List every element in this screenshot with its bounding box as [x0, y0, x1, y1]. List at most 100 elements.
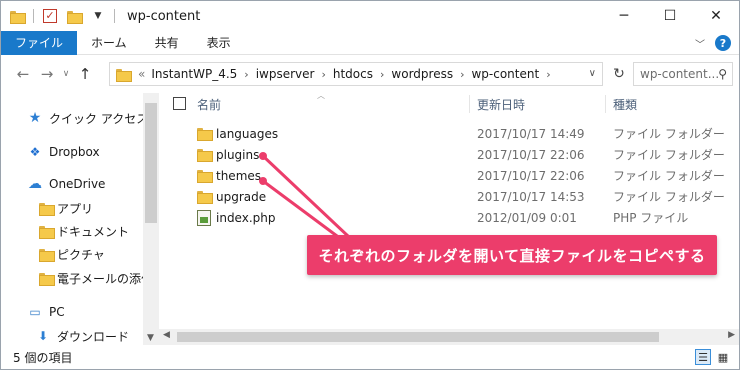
- forward-arrow-icon[interactable]: →: [35, 62, 59, 86]
- nav-item-label: クイック アクセス: [49, 111, 149, 126]
- explorer-window: ✓ ▼ wp-content ─ ☐ ✕ ファイル ホーム 共有 表示 ﹀ ? …: [0, 0, 740, 370]
- address-dropdown-icon[interactable]: ∨: [589, 68, 596, 79]
- file-row[interactable]: index.php 2012/01/09 0:01 PHP ファイル: [159, 207, 739, 228]
- window-controls: ─ ☐ ✕: [601, 1, 739, 31]
- nav-item-label: ドキュメント: [57, 224, 130, 239]
- breadcrumb-item[interactable]: htdocs: [333, 67, 373, 81]
- ribbon-right-controls: ﹀ ?: [695, 35, 731, 51]
- file-type: ファイル フォルダー: [613, 127, 725, 141]
- close-button[interactable]: ✕: [693, 1, 739, 31]
- tab-home[interactable]: ホーム: [77, 31, 141, 55]
- annotation-callout: それぞれのフォルダを開いて直接ファイルをコピペする: [307, 235, 717, 275]
- back-arrow-icon[interactable]: ←: [11, 62, 35, 86]
- breadcrumb-item[interactable]: InstantWP_4.5: [151, 67, 237, 81]
- file-date: 2017/10/17 22:06: [477, 147, 585, 162]
- divider: [33, 9, 34, 23]
- scroll-left-arrow-icon[interactable]: ◀: [163, 330, 170, 340]
- nav-item-label: 電子メールの添付フ: [57, 271, 143, 286]
- cloud-icon: ☁: [28, 176, 42, 192]
- breadcrumb-item[interactable]: iwpserver: [256, 67, 315, 81]
- navigation-pane: ★ クイック アクセス ❖ Dropbox ☁ OneDrive アプリ ドキュ…: [1, 93, 159, 345]
- file-name: upgrade: [216, 189, 267, 204]
- help-icon[interactable]: ?: [715, 35, 731, 51]
- file-row[interactable]: upgrade 2017/10/17 14:53 ファイル フォルダー: [159, 186, 739, 207]
- scrollbar-thumb[interactable]: [145, 103, 157, 223]
- breadcrumb-item[interactable]: wp-content: [471, 67, 539, 81]
- status-bar: 5 個の項目 ☰ ▦: [1, 345, 739, 369]
- search-placeholder: wp-content...: [640, 67, 720, 81]
- file-row[interactable]: themes 2017/10/17 22:06 ファイル フォルダー: [159, 165, 739, 186]
- tab-file[interactable]: ファイル: [1, 30, 78, 55]
- file-type: ファイル フォルダー: [613, 190, 725, 204]
- breadcrumb-item[interactable]: wordpress: [391, 67, 453, 81]
- tab-share[interactable]: 共有: [141, 31, 193, 55]
- expand-ribbon-chevron-icon[interactable]: ﹀: [695, 36, 705, 51]
- window-title: wp-content: [127, 8, 201, 24]
- dropbox-icon: ❖: [29, 145, 41, 159]
- properties-check-icon[interactable]: ✓: [42, 8, 58, 24]
- item-count: 5 個の項目: [13, 350, 73, 365]
- folder-icon: [35, 200, 55, 216]
- folder-icon: [197, 144, 213, 165]
- nav-item-label: Dropbox: [49, 145, 100, 159]
- title-bar: ✓ ▼ wp-content ─ ☐ ✕: [1, 1, 739, 31]
- star-icon: ★: [28, 110, 42, 126]
- new-folder-icon[interactable]: [66, 8, 83, 24]
- folder-icon: [35, 223, 55, 239]
- overflow-chevron[interactable]: «: [138, 67, 145, 81]
- divider: [114, 9, 115, 23]
- minimize-button[interactable]: ─: [601, 1, 647, 31]
- file-date: 2017/10/17 14:49: [477, 126, 585, 141]
- file-row[interactable]: languages 2017/10/17 14:49 ファイル フォルダー: [159, 123, 739, 144]
- sort-ascending-icon: ︿: [317, 91, 325, 100]
- nav-item-label: ダウンロード: [57, 329, 130, 344]
- address-bar[interactable]: « InstantWP_4.5 › iwpserver › htdocs › w…: [109, 62, 603, 86]
- scroll-down-arrow-icon[interactable]: ▼: [147, 333, 154, 343]
- column-divider[interactable]: [469, 95, 470, 113]
- folder-icon: [35, 270, 55, 286]
- address-row: ← → ∨ ↑ « InstantWP_4.5 › iwpserver › ht…: [1, 55, 739, 93]
- folder-icon: [197, 123, 213, 144]
- column-header-name[interactable]: 名前: [197, 93, 221, 115]
- nav-scrollbar[interactable]: ▼: [143, 93, 159, 345]
- chevron-right-icon[interactable]: ›: [321, 68, 325, 81]
- scroll-right-arrow-icon[interactable]: ▶: [728, 330, 735, 340]
- column-header-date[interactable]: 更新日時: [477, 93, 525, 115]
- search-input[interactable]: wp-content... ⚲: [633, 62, 733, 86]
- up-arrow-icon[interactable]: ↑: [73, 62, 97, 86]
- quick-access-toolbar: ✓ ▼: [9, 8, 123, 24]
- refresh-icon[interactable]: ↻: [608, 62, 630, 86]
- scrollbar-thumb[interactable]: [177, 332, 659, 342]
- file-name: index.php: [216, 210, 276, 225]
- details-view-icon[interactable]: ☰: [695, 349, 711, 365]
- file-type: ファイル フォルダー: [613, 148, 725, 162]
- recent-locations-chevron-icon[interactable]: ∨: [59, 62, 73, 86]
- maximize-button[interactable]: ☐: [647, 1, 693, 31]
- file-row[interactable]: plugins 2017/10/17 22:06 ファイル フォルダー: [159, 144, 739, 165]
- file-date: 2017/10/17 14:53: [477, 189, 585, 204]
- folder-icon: [197, 165, 213, 186]
- php-file-icon: [197, 207, 211, 228]
- chevron-right-icon[interactable]: ›: [460, 68, 464, 81]
- chevron-right-icon[interactable]: ›: [380, 68, 384, 81]
- nav-item-email-attachments[interactable]: 電子メールの添付フ: [35, 267, 143, 289]
- file-name: languages: [216, 126, 279, 141]
- column-header-type[interactable]: 種類: [613, 93, 637, 115]
- chevron-right-icon[interactable]: ›: [244, 68, 248, 81]
- nav-item-label: アプリ: [57, 201, 94, 216]
- large-icons-view-icon[interactable]: ▦: [715, 349, 731, 365]
- horizontal-scrollbar[interactable]: ◀ ▶: [159, 329, 739, 345]
- tab-view[interactable]: 表示: [193, 31, 245, 55]
- nav-item-label: PC: [49, 305, 65, 319]
- select-all-checkbox[interactable]: [173, 97, 186, 110]
- pc-icon: ▭: [29, 305, 41, 319]
- chevron-right-icon[interactable]: ›: [546, 68, 550, 81]
- nav-item-label: OneDrive: [49, 177, 106, 191]
- file-date: 2012/01/09 0:01: [477, 210, 577, 225]
- file-date: 2017/10/17 22:06: [477, 168, 585, 183]
- file-name: plugins: [216, 147, 260, 162]
- customize-dropdown-icon[interactable]: ▼: [90, 8, 106, 24]
- search-icon: ⚲: [718, 67, 727, 81]
- column-divider[interactable]: [605, 95, 606, 113]
- folder-icon[interactable]: [9, 8, 26, 24]
